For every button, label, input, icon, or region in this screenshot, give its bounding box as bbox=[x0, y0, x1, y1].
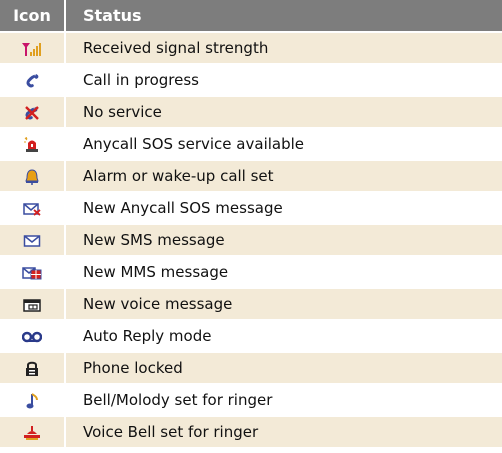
status-label: Phone locked bbox=[66, 353, 502, 385]
status-label: New SMS message bbox=[66, 225, 502, 257]
call-in-progress-icon bbox=[24, 73, 40, 89]
table-row: New SMS message bbox=[0, 225, 502, 257]
status-label: Alarm or wake-up call set bbox=[66, 161, 502, 193]
status-label: Call in progress bbox=[66, 65, 502, 97]
table-row: New MMS message bbox=[0, 257, 502, 289]
table-row: Alarm or wake-up call set bbox=[0, 161, 502, 193]
table-row: Voice Bell set for ringer bbox=[0, 417, 502, 449]
voice-bell-icon bbox=[23, 425, 41, 441]
status-column-header: Status bbox=[66, 0, 502, 33]
sos-service-icon bbox=[23, 136, 41, 153]
status-label: New voice message bbox=[66, 289, 502, 321]
icon-column-header: Icon bbox=[0, 0, 66, 33]
table-row: Call in progress bbox=[0, 65, 502, 97]
status-label: New Anycall SOS message bbox=[66, 193, 502, 225]
table-row: Anycall SOS service available bbox=[0, 129, 502, 161]
music-note-icon bbox=[25, 392, 39, 409]
table-row: New Anycall SOS message bbox=[0, 193, 502, 225]
status-label: No service bbox=[66, 97, 502, 129]
table-header-row: Icon Status bbox=[0, 0, 502, 33]
status-label: Anycall SOS service available bbox=[66, 129, 502, 161]
signal-strength-icon bbox=[22, 42, 42, 56]
status-label: New MMS message bbox=[66, 257, 502, 289]
sms-envelope-icon bbox=[23, 234, 41, 248]
padlock-icon bbox=[25, 361, 39, 377]
alarm-bell-icon bbox=[24, 168, 40, 185]
sos-message-icon bbox=[23, 202, 41, 216]
table-row: Phone locked bbox=[0, 353, 502, 385]
no-service-icon bbox=[24, 105, 40, 121]
status-label: Received signal strength bbox=[66, 33, 502, 65]
status-label: Auto Reply mode bbox=[66, 321, 502, 353]
auto-reply-icon bbox=[21, 331, 43, 343]
mms-message-icon bbox=[22, 266, 42, 280]
table-row: Received signal strength bbox=[0, 33, 502, 65]
table-row: No service bbox=[0, 97, 502, 129]
status-icon-table: Icon Status Received signal strength Cal… bbox=[0, 0, 502, 449]
status-label: Bell/Molody set for ringer bbox=[66, 385, 502, 417]
table-row: New voice message bbox=[0, 289, 502, 321]
table-row: Bell/Molody set for ringer bbox=[0, 385, 502, 417]
status-label: Voice Bell set for ringer bbox=[66, 417, 502, 449]
voice-message-icon bbox=[23, 298, 41, 312]
table-row: Auto Reply mode bbox=[0, 321, 502, 353]
